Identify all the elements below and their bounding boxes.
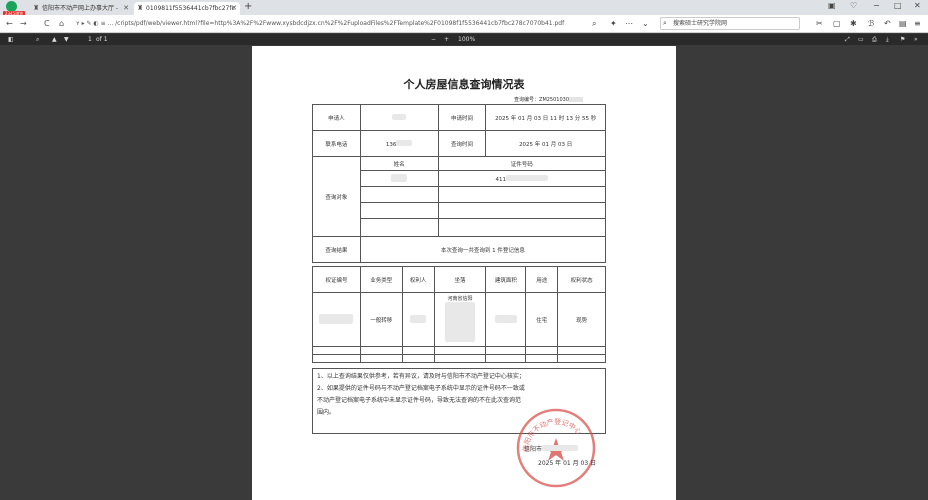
result-text: 本次查询一共查询到 1 件登记信息 [359, 236, 607, 263]
presentation-icon[interactable]: ⤢ [845, 35, 850, 44]
undo-icon[interactable]: ↶ [884, 18, 891, 29]
col-cert-no: 权证编号 [312, 266, 361, 293]
document-title: 个人房屋信息查询情况表 [403, 78, 525, 91]
query-time-value: 2025 年 01 月 03 日 [485, 130, 606, 157]
phone-value: 136 [359, 130, 439, 157]
pdf-page: 个人房屋信息查询情况表 查询编号：ZM2501030 申请人 申请时间 2025… [252, 46, 676, 500]
search-placeholder: 搜索硕士研究学院网 [673, 20, 728, 27]
id-header: 证件号码 [437, 156, 607, 171]
bookmark-view-icon[interactable]: ⚑ [900, 35, 905, 44]
table-row: 一般转移 河南省信阳 住宅 现势 [312, 292, 606, 347]
account-icon[interactable]: ▣ [828, 1, 836, 10]
phone-label: 联系电话 [312, 130, 361, 157]
apply-time-value: 2025 年 01 月 03 日 11 时 13 分 55 秒 [485, 104, 606, 131]
applicant-value [359, 104, 439, 131]
previous-page-icon[interactable]: ▲ [52, 35, 57, 44]
more-icon[interactable]: ⋯ [625, 18, 633, 29]
address-toolbar: ← → C ⌂ ʏ ▸ ✎ ◐ ≡ ... /cripts/pdf/web/vi… [0, 15, 928, 33]
search-icon[interactable]: ⌕ [592, 18, 596, 29]
screenshot-icon[interactable]: ▢ [833, 18, 841, 29]
open-file-icon[interactable]: ▭ [858, 35, 864, 44]
status: 现势 [557, 292, 606, 347]
query-number: 查询编号：ZM2501030 [514, 96, 584, 103]
col-area: 建筑面积 [485, 266, 527, 293]
target-name [359, 170, 439, 187]
zoom-select[interactable]: 100% [458, 35, 475, 44]
query-time-label: 查询时间 [437, 130, 487, 157]
col-owner: 权利人 [401, 266, 435, 293]
col-business-type: 业务类型 [359, 266, 403, 293]
page-count: of 1 [96, 36, 108, 43]
property-table: 权证编号 业务类型 权利人 坐落 建筑面积 用途 权利状态 一般转移 河南省信阳… [312, 266, 606, 363]
address-bar[interactable]: ʏ ▸ ✎ ◐ ≡ ... /cripts/pdf/web/viewer.htm… [76, 18, 564, 29]
pin-icon[interactable]: ✦ [610, 18, 617, 29]
new-tab-button[interactable]: + [244, 1, 252, 12]
query-number-label: 查询编号： [514, 97, 540, 103]
page-icon: ♜ [33, 4, 40, 12]
sign-organization: 信阳市 [524, 444, 579, 453]
print-icon[interactable]: ⎙ [872, 35, 877, 44]
note-line: 1、以上查询结果仅供参考，若有异议，请及时与信阳市不动产登记中心核实； [317, 373, 525, 380]
info-table: 申请人 申请时间 2025 年 01 月 03 日 11 时 13 分 55 秒… [312, 104, 607, 263]
tab-bar: 2345浏览器 ♜ 信阳市不动产网上办事大厅 - ✕ ♜ 0109811f553… [0, 0, 928, 22]
zoom-out-button[interactable]: − [431, 35, 436, 44]
back-button[interactable]: ← [6, 18, 13, 29]
search-input[interactable]: ⌕ 搜索硕士研究学院网 [660, 17, 800, 30]
find-icon[interactable]: ⌕ [36, 35, 39, 44]
name-header: 姓名 [359, 156, 439, 171]
business-type: 一般转移 [359, 292, 403, 347]
sign-date: 2025 年 01 月 03 日 [538, 460, 597, 467]
tools-icon[interactable]: » [914, 35, 918, 44]
dropdown-icon[interactable]: ⌄ [642, 18, 649, 29]
tab-close-icon[interactable]: ✕ [231, 2, 237, 15]
download-icon[interactable]: ⤓ [886, 35, 889, 44]
minimize-button[interactable]: − [873, 1, 880, 10]
reload-button[interactable]: C [44, 18, 50, 29]
menu-icon[interactable]: ≡ [914, 18, 921, 29]
pdf-toolbar: ◧ ⌕ ▲ ▼ 1 of 1 − + 100% ⤢ ▭ ⎙ ⤓ ⚑ » [0, 34, 928, 45]
tab-title: 信阳市不动产网上办事大厅 - [42, 5, 119, 12]
target-id: 411 [437, 170, 607, 187]
tab-first[interactable]: ♜ 信阳市不动产网上办事大厅 - ✕ [30, 2, 132, 15]
tab-title: 0109811f5536441cb7fbc27fc [146, 5, 235, 12]
tab-close-icon[interactable]: ✕ [123, 2, 129, 15]
zoom-in-button[interactable]: + [444, 35, 449, 44]
page-icon: ♜ [137, 4, 144, 12]
home-button[interactable]: ⌂ [59, 18, 64, 29]
extension-icon[interactable]: ▤ [899, 18, 907, 29]
search-icon: ⌕ [663, 19, 667, 27]
forward-button[interactable]: → [20, 18, 27, 29]
scissors-icon[interactable]: ✂ [816, 18, 823, 29]
col-location: 坐落 [433, 266, 487, 293]
sidebar-toggle-icon[interactable]: ◧ [8, 35, 14, 44]
note-line: 2、如果提供的证件号码与不动产登记档案电子系统中显示的证件号码不一致或 [317, 385, 525, 392]
target-label: 查询对象 [312, 156, 361, 237]
close-window-button[interactable]: ✕ [914, 1, 921, 10]
location-cell: 河南省信阳 [433, 292, 487, 347]
next-page-icon[interactable]: ▼ [64, 35, 69, 44]
bookmark-icon[interactable]: ✱ [850, 18, 857, 29]
result-label: 查询结果 [312, 236, 361, 263]
page-number-input[interactable]: 1 [88, 35, 92, 44]
applicant-label: 申请人 [312, 104, 361, 131]
col-status: 权利状态 [557, 266, 606, 293]
skin-icon[interactable]: ♡ [850, 1, 857, 10]
apply-time-label: 申请时间 [437, 104, 487, 131]
usage: 住宅 [525, 292, 559, 347]
maximize-button[interactable]: □ [894, 1, 902, 10]
col-usage: 用途 [525, 266, 559, 293]
translate-icon[interactable]: ℬ [868, 18, 874, 29]
tab-active[interactable]: ♜ 0109811f5536441cb7fbc27fc ✕ [134, 2, 240, 15]
query-number-value: ZM2501030 [539, 97, 570, 103]
